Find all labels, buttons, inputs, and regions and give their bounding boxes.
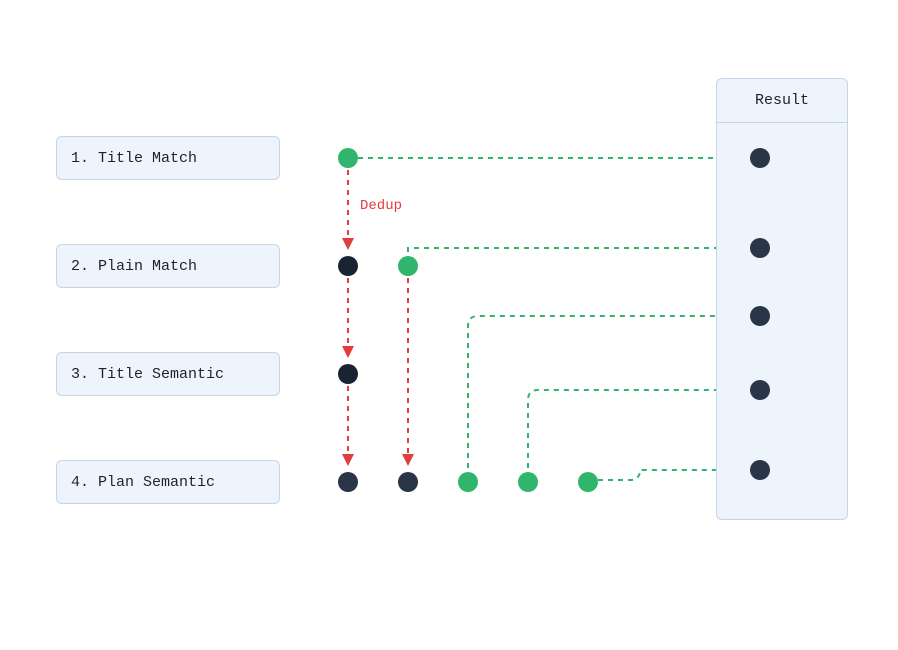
result-dot-4 [750, 380, 770, 400]
diagram: 1. Title Match 2. Plain Match 3. Title S… [0, 0, 898, 650]
result-body [717, 123, 847, 519]
row4-dot-4 [518, 472, 538, 492]
result-dot-5 [750, 460, 770, 480]
stage-3-box: 3. Title Semantic [56, 352, 280, 396]
result-dot-3 [750, 306, 770, 326]
stage-3-label: 3. Title Semantic [71, 366, 224, 383]
row2-dot-2 [398, 256, 418, 276]
result-dot-1 [750, 148, 770, 168]
result-box: Result [716, 78, 848, 520]
row4-dot-5 [578, 472, 598, 492]
row3-dot-1 [338, 364, 358, 384]
row2-dot-1 [338, 256, 358, 276]
stage-4-label: 4. Plan Semantic [71, 474, 215, 491]
stage-1-label: 1. Title Match [71, 150, 197, 167]
stage-2-label: 2. Plain Match [71, 258, 197, 275]
row4-dot-1 [338, 472, 358, 492]
stage-2-box: 2. Plain Match [56, 244, 280, 288]
stage-1-box: 1. Title Match [56, 136, 280, 180]
stage-4-box: 4. Plan Semantic [56, 460, 280, 504]
row1-dot-1 [338, 148, 358, 168]
row4-dot-2 [398, 472, 418, 492]
result-header-label: Result [755, 92, 809, 109]
result-dot-2 [750, 238, 770, 258]
result-header: Result [717, 79, 847, 123]
row4-dot-3 [458, 472, 478, 492]
dedup-label: Dedup [360, 198, 402, 214]
